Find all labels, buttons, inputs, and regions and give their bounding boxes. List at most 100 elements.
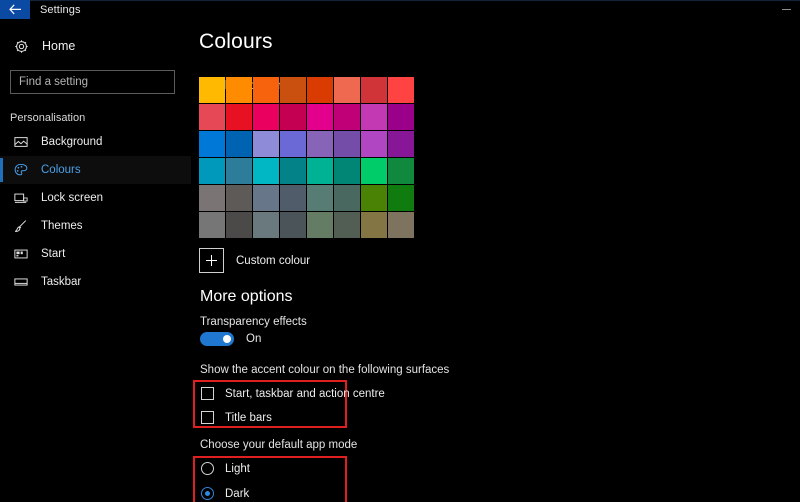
picture-icon: [13, 135, 29, 149]
colour-swatch[interactable]: [226, 77, 252, 103]
transparency-label: Transparency effects: [200, 316, 307, 328]
custom-colour-row[interactable]: Custom colour: [199, 248, 310, 273]
sidebar-item-lock-screen[interactable]: Lock screen: [0, 184, 191, 212]
page-title: Colours: [199, 30, 273, 53]
minimize-button[interactable]: [772, 0, 800, 19]
radio-icon[interactable]: [201, 487, 214, 500]
sidebar-item-home[interactable]: Home: [0, 33, 191, 59]
colour-swatch[interactable]: [199, 158, 225, 184]
colour-swatch[interactable]: [361, 158, 387, 184]
sidebar-item-label: Themes: [41, 220, 83, 232]
colour-swatch[interactable]: [307, 131, 333, 157]
colour-swatch[interactable]: [334, 131, 360, 157]
colour-swatch[interactable]: [253, 212, 279, 238]
colour-swatch[interactable]: [280, 212, 306, 238]
colour-swatch[interactable]: [199, 131, 225, 157]
colour-swatch[interactable]: [334, 104, 360, 130]
colour-swatch[interactable]: [307, 185, 333, 211]
colour-swatch[interactable]: [226, 185, 252, 211]
colour-swatch[interactable]: [361, 104, 387, 130]
colour-swatch[interactable]: [253, 185, 279, 211]
checkbox-icon[interactable]: [201, 387, 214, 400]
colour-swatch[interactable]: [280, 131, 306, 157]
colour-swatch[interactable]: [199, 185, 225, 211]
colour-swatch[interactable]: [280, 77, 306, 103]
checkbox-label: Title bars: [225, 411, 272, 424]
settings-window: Settings Home Person: [0, 0, 800, 502]
main-content: Colours Windows colours Custom colour Mo…: [191, 19, 800, 502]
back-arrow-icon: [8, 4, 21, 15]
colour-swatch[interactable]: [361, 212, 387, 238]
colour-swatch[interactable]: [361, 77, 387, 103]
lock-screen-icon: [13, 191, 29, 205]
colour-swatch[interactable]: [307, 77, 333, 103]
plus-icon: [206, 255, 217, 266]
accent-surfaces-label: Show the accent colour on the following …: [200, 364, 450, 376]
sidebar-item-background[interactable]: Background: [0, 128, 191, 156]
colour-swatch[interactable]: [280, 158, 306, 184]
sidebar-item-taskbar[interactable]: Taskbar: [0, 268, 191, 296]
sidebar-section-label: Personalisation: [10, 112, 86, 124]
colour-swatch[interactable]: [334, 212, 360, 238]
search-input[interactable]: [11, 76, 173, 88]
search-box[interactable]: [10, 70, 175, 94]
colour-swatch[interactable]: [226, 104, 252, 130]
colour-swatch[interactable]: [199, 104, 225, 130]
sidebar-item-start[interactable]: Start: [0, 240, 191, 268]
colour-swatch[interactable]: [280, 104, 306, 130]
colour-swatch[interactable]: [226, 131, 252, 157]
sidebar-item-label: Background: [41, 136, 103, 148]
radio-dark[interactable]: Dark: [201, 487, 249, 500]
app-mode-label: Choose your default app mode: [200, 439, 358, 451]
radio-label: Light: [225, 462, 250, 475]
colour-swatch[interactable]: [199, 77, 225, 103]
colour-swatch[interactable]: [388, 185, 414, 211]
radio-label: Dark: [225, 487, 250, 500]
colour-swatch[interactable]: [388, 104, 414, 130]
radio-light[interactable]: Light: [201, 462, 250, 475]
colour-swatch[interactable]: [307, 158, 333, 184]
checkbox-icon[interactable]: [201, 411, 214, 424]
colour-swatch[interactable]: [334, 185, 360, 211]
transparency-toggle[interactable]: [200, 332, 234, 346]
colour-swatch[interactable]: [226, 158, 252, 184]
custom-colour-button[interactable]: [199, 248, 224, 273]
transparency-toggle-row[interactable]: On: [200, 332, 261, 346]
colour-swatch[interactable]: [253, 77, 279, 103]
sidebar-item-label: Start: [41, 248, 66, 260]
custom-colour-label: Custom colour: [236, 254, 311, 267]
toggle-knob: [223, 335, 231, 343]
colour-swatch[interactable]: [388, 158, 414, 184]
colour-swatch[interactable]: [307, 104, 333, 130]
sidebar-item-themes[interactable]: Themes: [0, 212, 191, 240]
colour-swatch[interactable]: [253, 158, 279, 184]
sidebar-item-label: Colours: [41, 164, 81, 176]
transparency-state-label: On: [246, 333, 262, 345]
checkbox-start-taskbar-action-centre[interactable]: Start, taskbar and action centre: [201, 387, 385, 400]
sidebar-home-label: Home: [42, 39, 76, 53]
colour-swatch[interactable]: [280, 185, 306, 211]
sidebar-item-label: Taskbar: [41, 276, 82, 288]
colour-swatch[interactable]: [388, 77, 414, 103]
colour-swatch[interactable]: [361, 185, 387, 211]
colour-swatch[interactable]: [334, 158, 360, 184]
title-bar: Settings: [0, 0, 800, 19]
windows-colours-grid: [199, 77, 414, 238]
back-button[interactable]: [0, 0, 30, 19]
sidebar: Home Personalisation Background: [0, 19, 191, 502]
sidebar-item-colours[interactable]: Colours: [0, 156, 191, 184]
radio-icon[interactable]: [201, 462, 214, 475]
colour-swatch[interactable]: [226, 212, 252, 238]
brush-icon: [13, 219, 29, 233]
sidebar-item-label: Lock screen: [41, 192, 104, 204]
colour-swatch[interactable]: [388, 131, 414, 157]
colour-swatch[interactable]: [253, 131, 279, 157]
colour-swatch[interactable]: [307, 212, 333, 238]
colour-swatch[interactable]: [361, 131, 387, 157]
checkbox-title-bars[interactable]: Title bars: [201, 411, 272, 424]
colour-swatch[interactable]: [199, 212, 225, 238]
colour-swatch[interactable]: [334, 77, 360, 103]
colour-swatch[interactable]: [253, 104, 279, 130]
colour-swatch[interactable]: [388, 212, 414, 238]
gear-icon: [13, 39, 29, 54]
